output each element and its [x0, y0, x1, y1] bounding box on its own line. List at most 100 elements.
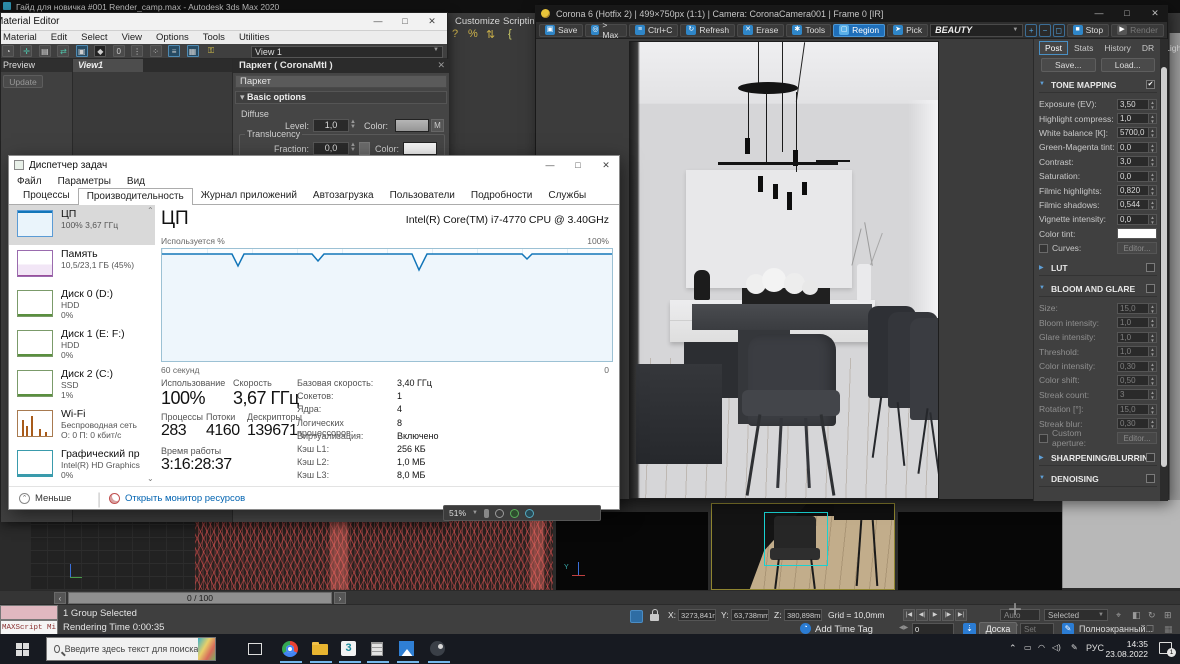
param-field[interactable]: 0,0 — [1117, 213, 1157, 225]
bloom-checkbox[interactable]: ✔ — [1146, 284, 1155, 294]
show-map-icon[interactable]: ▣ — [75, 45, 88, 57]
erase-button[interactable]: ✕ Erase — [737, 23, 785, 37]
minimize-button[interactable]: — — [1088, 8, 1110, 18]
pick-material-icon[interactable]: ◔ — [2, 45, 14, 57]
tray-tablet-icon[interactable]: ▭ — [1024, 643, 1032, 652]
viewport-front-black[interactable]: Y — [556, 512, 708, 590]
spinner[interactable] — [1148, 142, 1156, 152]
go-to-end-button[interactable]: ▶| — [955, 609, 967, 621]
key-icon[interactable]: ⚿ — [205, 45, 217, 57]
delete-icon[interactable]: ▤ — [38, 45, 51, 57]
translucency-color-swatch[interactable] — [403, 142, 437, 155]
custom-aperture-checkbox[interactable] — [1039, 433, 1048, 443]
spinner[interactable] — [1148, 404, 1156, 414]
spinner[interactable] — [1148, 390, 1156, 400]
menu-customize[interactable]: Customize — [455, 16, 500, 27]
sharpening-header[interactable]: SHARPENING/BLURRING ✔ — [1039, 451, 1157, 467]
menu-item[interactable]: Вид — [127, 176, 145, 187]
fullscreen-overlay-button[interactable]: Полноэкранный... — [1079, 624, 1153, 634]
options-dots-icon[interactable]: ⋮ — [131, 45, 144, 57]
taskbar-icon-3dsmax[interactable]: 3 — [341, 641, 358, 658]
navigator-icon[interactable]: ▦ — [186, 45, 199, 57]
y-coordinate-field[interactable]: 63,738mm — [731, 609, 769, 621]
param-field[interactable]: 1,0 — [1117, 317, 1157, 329]
fewer-details-button[interactable]: Меньше — [35, 493, 71, 504]
menu-item[interactable]: Файл — [17, 176, 42, 187]
menu-item[interactable]: Tools — [203, 32, 225, 43]
param-field[interactable]: 15,0 — [1117, 403, 1157, 415]
tone-mapping-checkbox[interactable]: ✔ — [1146, 80, 1155, 89]
copy-button[interactable]: ≡ Ctrl+C — [629, 23, 679, 37]
menu-item[interactable]: Material — [3, 32, 37, 43]
sidebar-item[interactable]: Графический пр Intel(R) HD Graphics 0% — [9, 445, 155, 485]
background-icon[interactable]: ◆ — [94, 45, 107, 57]
lock-icon[interactable] — [650, 614, 659, 621]
close-icon[interactable]: ✕ — [437, 60, 445, 71]
next-frame-button[interactable]: |▶ — [942, 609, 954, 621]
viewport-perspective-wireframe[interactable] — [30, 512, 553, 590]
play-button[interactable]: ▶ — [929, 609, 941, 621]
spinner[interactable] — [1148, 99, 1156, 109]
menu-item[interactable]: Select — [81, 32, 107, 43]
taskbar-icon-notepad[interactable] — [369, 641, 386, 658]
tools-button[interactable]: ✱ Tools — [786, 23, 832, 37]
taskbar-icon-photos[interactable] — [399, 641, 416, 658]
maximize-viewport-icon[interactable]: ⊞ — [1164, 610, 1172, 621]
param-field[interactable]: 1,0 — [1117, 113, 1157, 125]
tab[interactable]: Журнал приложений — [193, 188, 305, 205]
spinner[interactable] — [1148, 157, 1156, 167]
zoom-dropdown-arrow[interactable]: ▼ — [472, 510, 478, 516]
sidebar-item[interactable]: Диск 0 (D:) HDD 0% — [9, 285, 155, 325]
tab[interactable]: Процессы — [15, 188, 78, 205]
stop-button[interactable]: ■ Stop — [1066, 23, 1110, 37]
render-element-combo[interactable]: BEAUTY ▼ — [930, 23, 1024, 37]
fraction-field[interactable]: 0,0 — [313, 142, 349, 155]
tray-language[interactable]: РУС — [1086, 643, 1104, 653]
spinner-snap-icon[interactable]: ⇅ — [486, 28, 495, 41]
sidebar-item[interactable]: Диск 2 (C:) SSD 1% — [9, 365, 155, 405]
tray-expand-icon[interactable]: ⌃ — [1009, 643, 1017, 654]
tray-network-icon[interactable]: ◠ — [1038, 643, 1045, 652]
open-resource-monitor-link[interactable]: Открыть монитор ресурсов — [125, 493, 245, 504]
sample-type-icon[interactable]: 0 — [112, 45, 125, 57]
spinner[interactable] — [1148, 200, 1156, 210]
material-name-field[interactable]: Паркет — [235, 75, 447, 88]
timeline-prev-button[interactable]: ‹ — [54, 592, 66, 604]
view-selector-combo[interactable]: View 1 ▼ — [251, 46, 443, 58]
taskbar-search[interactable]: Введите здесь текст для поиска — [46, 637, 216, 661]
render-button[interactable]: ▶ Render — [1111, 23, 1164, 37]
to-max-button[interactable]: ◎ > Max — [585, 20, 628, 40]
sidebar-item[interactable]: Диск 1 (E: F:) HDD 0% — [9, 325, 155, 365]
param-field[interactable]: 1,0 — [1117, 331, 1157, 343]
param-field[interactable]: 3,50 — [1117, 98, 1157, 110]
microphone-icon[interactable] — [483, 508, 489, 518]
denoising-checkbox[interactable]: ✔ — [1146, 474, 1155, 484]
fraction-map-button[interactable] — [359, 142, 370, 155]
menu-item[interactable]: Utilities — [239, 32, 270, 43]
zoom-out-icon[interactable]: − — [1039, 23, 1051, 37]
refresh-button[interactable]: ↻ Refresh — [680, 23, 736, 37]
param-field[interactable]: 0,30 — [1117, 418, 1157, 430]
maxscript-icon[interactable]: { — [508, 28, 512, 40]
param-field[interactable]: 0,0 — [1117, 141, 1157, 153]
menu-item[interactable]: Options — [156, 32, 189, 43]
tab[interactable]: Производительность — [77, 188, 193, 205]
load-config-button[interactable]: Load... — [1100, 58, 1155, 72]
save-config-button[interactable]: Save... — [1041, 58, 1096, 72]
minimize-button[interactable]: — — [366, 16, 390, 26]
action-center-icon[interactable]: 1 — [1159, 642, 1176, 657]
bloom-glare-header[interactable]: BLOOM AND GLARE ✔ — [1039, 282, 1157, 298]
prev-frame-button[interactable]: ◀| — [916, 609, 928, 621]
param-field[interactable]: 0,30 — [1117, 360, 1157, 372]
view-tab[interactable]: View1 — [73, 59, 143, 72]
zoom-level[interactable]: 51% — [449, 508, 466, 518]
spinner[interactable] — [1148, 214, 1156, 224]
maximize-button[interactable]: □ — [1116, 8, 1138, 18]
zoom-reset-icon[interactable]: ◻ — [1052, 23, 1065, 37]
taskbar-icon-chrome[interactable] — [282, 641, 299, 658]
minimize-button[interactable]: — — [537, 160, 563, 170]
sidebar-scroll-down[interactable]: ⌄ — [147, 474, 154, 483]
spinner[interactable] — [1148, 361, 1156, 371]
spinner[interactable] — [1148, 186, 1156, 196]
denoising-header[interactable]: DENOISING ✔ — [1039, 472, 1157, 488]
